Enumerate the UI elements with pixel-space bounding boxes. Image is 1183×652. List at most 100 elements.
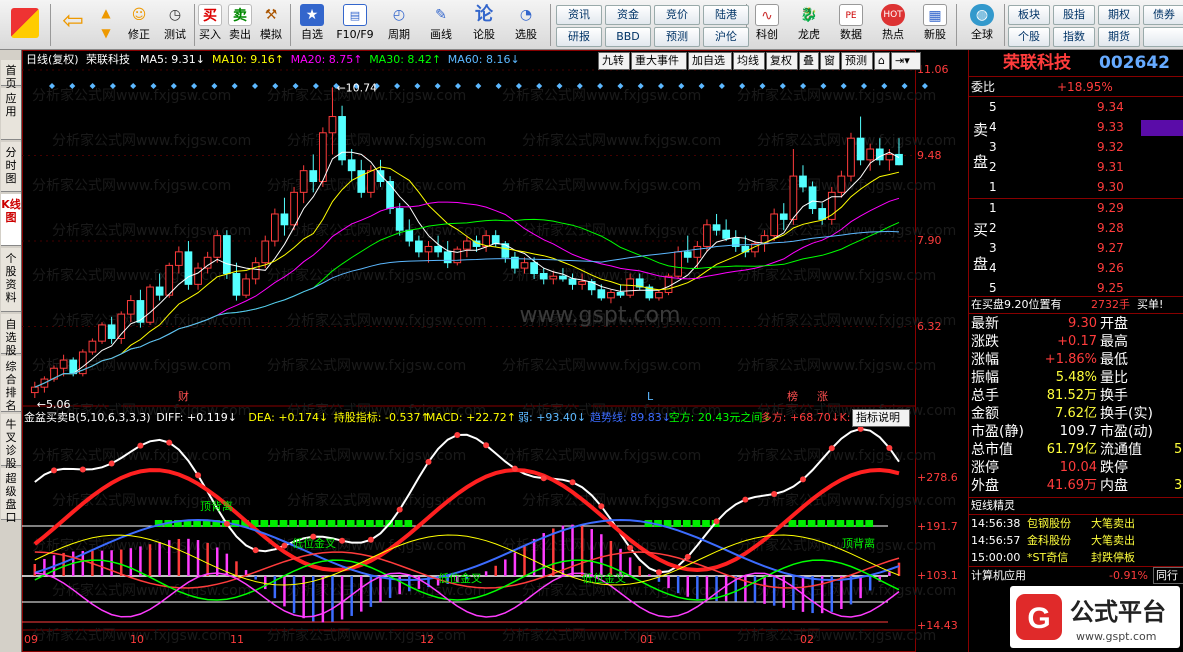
chart-expand-icon[interactable]: ⇥▾ [891, 52, 921, 70]
quick-button[interactable]: 预测 [654, 27, 700, 47]
logo-button[interactable] [2, 2, 48, 48]
scroll-updown-button[interactable]: ▲ ▼ [94, 2, 118, 48]
tab-3[interactable]: K线图 [1, 194, 21, 246]
indicator-axis-label: +14.43 [917, 619, 958, 632]
quick-button[interactable]: 期权 [1098, 5, 1140, 25]
candle-body [184, 251, 193, 285]
quick-button[interactable]: 竞价 [654, 5, 700, 25]
toolbar-selfsel-button[interactable]: ★ 自选 [294, 2, 330, 48]
quote-row-label: 换手 [1100, 388, 1128, 404]
toolbar-pick-button[interactable]: ◔ 选股 [506, 2, 546, 48]
brand-logo-title: 公式平台 [1070, 598, 1166, 626]
toolbar-global-button[interactable]: ◍ 全球 [962, 2, 1002, 48]
dragon-icon: 🐉 [800, 7, 818, 23]
back-arrow-icon: ⇦ [62, 6, 84, 36]
indicator-annotation: 低位金叉 [438, 571, 482, 585]
quick-button[interactable]: BBD [605, 27, 651, 47]
ma-legend: MA5: 9.31↓ [140, 53, 205, 66]
candle-body [674, 251, 683, 277]
candle-body [203, 256, 212, 269]
watermark-text: 分析家公式网www.fxjgsw.com [287, 222, 486, 239]
tab-8[interactable]: 超级盘口 [1, 468, 21, 524]
chart-tool-button[interactable]: 预测 [841, 52, 873, 70]
tab-4[interactable]: 个股资料 [1, 248, 21, 312]
toolbar-label: 热点 [882, 28, 904, 41]
chart-tool-button[interactable]: 均线 [733, 52, 765, 70]
quick-button[interactable]: 资金 [605, 5, 651, 25]
back-button[interactable]: ⇦ [56, 2, 90, 48]
tab-1[interactable]: 应用 [1, 88, 21, 140]
kline-chart-svg[interactable]: 分析家公式网www.fxjgsw.com 分析家公式网www.fxjgsw.com… [22, 50, 968, 652]
watermark-text: 分析家公式网www.fxjgsw.com [267, 627, 466, 644]
quick-button[interactable]: 板块 [1008, 5, 1050, 25]
quick-button[interactable]: 资讯 [556, 5, 602, 25]
chart-tool-button[interactable]: 叠 [799, 52, 819, 70]
quote-row-label: 内盘 [1100, 478, 1128, 494]
quick-button[interactable]: 个股 [1008, 27, 1050, 47]
chart-tool-button[interactable]: 九转 [598, 52, 630, 70]
watermark-text: 分析家公式网www.fxjgsw.com [757, 132, 956, 149]
toolbar-f10-button[interactable]: ▤ F10/F9 [334, 2, 376, 48]
tab-2[interactable]: 分时图 [1, 142, 21, 192]
toolbar-kechuang-button[interactable]: ∿ 科创 [750, 2, 784, 48]
toolbar-sell-button[interactable]: 卖 卖出 [226, 2, 254, 48]
indicator-signal-block [308, 520, 317, 527]
quick-button[interactable]: 期货 [1098, 27, 1140, 47]
chart-marker: L [647, 390, 654, 403]
candle-body [270, 213, 279, 242]
quick-button[interactable]: 指数 [1053, 27, 1095, 47]
tab-7[interactable]: 牛叉诊股 [1, 414, 21, 470]
chart-tool-button[interactable]: 窗 [820, 52, 840, 70]
tab-5[interactable]: 自选股 [1, 314, 21, 357]
indicator-dot [886, 445, 893, 452]
date-axis-label: 01 [640, 633, 654, 646]
toolbar-label: 周期 [388, 28, 410, 41]
toolbar-sim-button[interactable]: ⚒ 模拟 [256, 2, 286, 48]
chart-home-icon[interactable]: ⌂ [874, 52, 890, 70]
toolbar-forum-button[interactable]: 论 论股 [466, 2, 502, 48]
toolbar-longhu-button[interactable]: 🐉 龙虎 [792, 2, 826, 48]
toolbar-buy-button[interactable]: 买 买入 [196, 2, 224, 48]
toolbar-label: 科创 [756, 28, 778, 41]
watermark-text: 分析家公式网www.fxjgsw.com [522, 132, 721, 149]
toolbar-hot-button[interactable]: HOT 热点 [876, 2, 910, 48]
indicator-legend: K: [839, 411, 851, 424]
quick-button[interactable]: 陆港 [703, 5, 749, 25]
indicator-dot [771, 490, 778, 497]
quick-button[interactable]: 债券 [1143, 5, 1183, 25]
toolbar-data-button[interactable]: PE 数据 [834, 2, 868, 48]
sprite-title: 短线精灵 [971, 499, 1015, 512]
indicator-help-button[interactable]: 指标说明 [852, 409, 910, 427]
toolbar-test-button[interactable]: ◷ 测试 [158, 2, 192, 48]
chart-tool-button[interactable]: 复权 [766, 52, 798, 70]
kline-chart-panel[interactable]: 分析家公式网www.fxjgsw.com 分析家公式网www.fxjgsw.com… [22, 50, 968, 652]
quick-button[interactable] [1143, 27, 1183, 47]
quick-button[interactable]: 研报 [556, 27, 602, 47]
chart-tool-button[interactable]: 加自选 [688, 52, 732, 70]
sector-peer-button[interactable]: 同行 [1153, 567, 1183, 584]
bid-price: 9.26 [1097, 261, 1124, 275]
pe-icon: PE [839, 4, 863, 26]
main-toolbar: ⇦ ▲ ▼ ☺ 修正 ◷ 测试 买 买入 卖 卖出 ⚒ 模拟 ★ 自选 ▤ F1… [0, 0, 1183, 50]
date-axis-label: 02 [800, 633, 814, 646]
chart-tool-button[interactable]: 重大事件 [631, 52, 687, 70]
candle-body [779, 213, 788, 220]
quick-button[interactable]: 股指 [1053, 5, 1095, 25]
toolbar-updown-button[interactable]: ☺ 修正 [122, 2, 156, 48]
candle-body [770, 213, 779, 237]
indicator-dot [627, 544, 634, 551]
quote-row-label: 总手 [971, 388, 999, 404]
quick-button[interactable]: 沪伦 [703, 27, 749, 47]
tab-6[interactable]: 综合排名 [1, 356, 21, 412]
ask-volume-bar [1141, 120, 1183, 136]
f10-icon: ▤ [343, 4, 367, 26]
toolbar-period-button[interactable]: ◴ 周期 [380, 2, 418, 48]
tab-0[interactable]: 首页 [1, 60, 21, 90]
ask-level: 5 [989, 100, 997, 114]
indicator-signal-block [270, 520, 278, 527]
toolbar-label: 卖出 [229, 28, 251, 41]
toolbar-newstock-button[interactable]: ▦ 新股 [918, 2, 952, 48]
toolbar-draw-button[interactable]: ✎ 画线 [422, 2, 460, 48]
bid-note-tail: 买单! [1137, 298, 1164, 311]
ask-level: 3 [989, 140, 997, 154]
